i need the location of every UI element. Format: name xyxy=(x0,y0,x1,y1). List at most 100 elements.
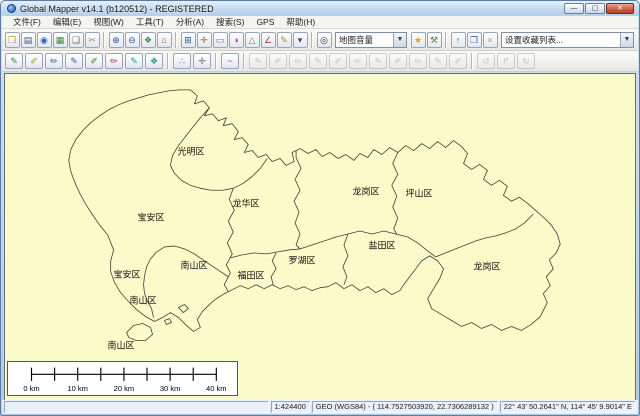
digitizer-revert-icon[interactable]: ↻ xyxy=(517,53,535,69)
toolbar-separator xyxy=(103,32,105,48)
toolbar-separator xyxy=(215,53,217,69)
menu-item-6[interactable]: 搜索(S) xyxy=(210,16,250,28)
digitizer-paste-icon[interactable]: ✐ xyxy=(389,53,407,69)
close-button[interactable]: ✕ xyxy=(606,3,634,14)
district-label-10: 福田区 xyxy=(237,269,264,282)
remove-icon[interactable]: × xyxy=(483,32,498,48)
scale-bar: 0 km10 km20 km30 km40 km xyxy=(7,361,238,396)
digitizer-grid-icon[interactable]: ❖ xyxy=(145,53,163,69)
digitizer-rotate-icon[interactable]: ✏ xyxy=(289,53,307,69)
pingshan-dapeng-boundary xyxy=(436,214,534,257)
feature-info-tool-icon[interactable]: ◑ xyxy=(229,32,244,48)
toolbar-separator xyxy=(243,53,245,69)
district-label-4: 龙岗区 xyxy=(352,185,379,198)
overlay-control-icon[interactable]: ▦ xyxy=(53,32,68,48)
district-label-12: 南山区 xyxy=(129,294,156,307)
full-extent-icon[interactable]: ❖ xyxy=(141,32,156,48)
digitizer-edit-attr-icon[interactable]: ✎ xyxy=(249,53,267,69)
district-label-5: 坪山区 xyxy=(405,187,432,200)
move-up-icon[interactable]: ↑ xyxy=(451,32,466,48)
futian-luohu-boundary xyxy=(271,253,276,285)
menu-item-1[interactable]: 文件(F) xyxy=(7,16,47,28)
cut-icon[interactable]: ✂ xyxy=(85,32,100,48)
favorites-combo[interactable]: 设置收藏列表...▼ xyxy=(501,32,634,48)
digitizer-create-line-icon[interactable]: ✏ xyxy=(45,53,63,69)
workspace-icon[interactable]: ❑ xyxy=(69,32,84,48)
digitizer-smooth-icon[interactable]: ✐ xyxy=(449,53,467,69)
digitizer-copy-icon[interactable]: ✎ xyxy=(369,53,387,69)
toolbar-separator xyxy=(175,32,177,48)
digitizer-create-point-icon[interactable]: ✐ xyxy=(25,53,43,69)
scale-label-3: 20 km xyxy=(114,384,135,393)
global-mapper-window: Global Mapper v14.1 (b120512) - REGISTER… xyxy=(0,0,640,416)
toolbar-separator xyxy=(445,32,447,48)
baoan-nanshan-boundary xyxy=(144,246,229,318)
digitizer-shift-icon[interactable]: ✎ xyxy=(429,53,447,69)
menu-item-3[interactable]: 视图(W) xyxy=(87,16,130,28)
district-label-3: 龙华区 xyxy=(232,197,259,210)
home-view-icon[interactable]: ⌂ xyxy=(157,32,172,48)
digitizer-create-area-icon[interactable]: ✎ xyxy=(65,53,83,69)
district-label-2: 宝安区 xyxy=(137,211,164,224)
district-label-8: 宝安区 xyxy=(113,268,140,281)
map-select-combo-value: 地图音量 xyxy=(336,34,393,46)
download-online-data-icon[interactable]: ◉ xyxy=(37,32,52,48)
zoom-in-icon[interactable]: ⊕ xyxy=(109,32,124,48)
menu-item-4[interactable]: 工具(T) xyxy=(130,16,170,28)
district-label-6: 盐田区 xyxy=(368,239,395,252)
minimize-button[interactable]: — xyxy=(564,3,584,14)
district-label-13: 南山区 xyxy=(107,339,134,352)
nanshan-futian-boundary xyxy=(224,277,228,292)
chevron-down-icon[interactable]: ▼ xyxy=(393,33,406,47)
maximize-button[interactable]: ▢ xyxy=(585,3,605,14)
longhua-longgang-boundary xyxy=(294,151,301,249)
chevron-down-icon[interactable]: ▼ xyxy=(620,33,633,47)
window-title: Global Mapper v14.1 (b120512) - REGISTER… xyxy=(20,4,214,14)
favorite-add-icon[interactable]: ★ xyxy=(411,32,426,48)
zoom-out-icon[interactable]: ⊖ xyxy=(125,32,140,48)
scale-label-4: 30 km xyxy=(160,384,181,393)
digitizer-redo-icon[interactable]: ↱ xyxy=(497,53,515,69)
digitizer-create-circle-icon[interactable]: ✎ xyxy=(125,53,143,69)
island-small-2 xyxy=(164,319,171,325)
digitizer-trace-icon[interactable]: ~ xyxy=(221,53,239,69)
digitizer-create-range-icon[interactable]: ✏ xyxy=(105,53,123,69)
digitizer-snap-icon[interactable]: ✛ xyxy=(193,53,211,69)
full-view-tool-icon[interactable]: ▭ xyxy=(213,32,228,48)
map-select-combo[interactable]: 地图音量▼ xyxy=(335,32,407,48)
save-workspace-icon[interactable]: ▤ xyxy=(21,32,36,48)
district-label-7: 龙岗区 xyxy=(473,260,500,273)
menu-item-2[interactable]: 编辑(E) xyxy=(47,16,87,28)
digitizer-scale-icon[interactable]: ✎ xyxy=(309,53,327,69)
status-bar: 1:424400 GEO (WGS84) - ( 114.7527503920,… xyxy=(2,400,638,414)
open-file-icon[interactable]: ❒ xyxy=(5,32,20,48)
scale-label-5: 40 km xyxy=(206,384,227,393)
map-canvas[interactable]: 光明区宝安区龙华区龙岗区坪山区盐田区龙岗区宝安区南山区福田区罗湖区南山区南山区 … xyxy=(4,73,636,402)
toolbar-separator xyxy=(311,32,313,48)
measure-tool-icon[interactable]: ∠ xyxy=(261,32,276,48)
digitizer-join-icon[interactable]: ✏ xyxy=(349,53,367,69)
path-profile-tool-icon[interactable]: △ xyxy=(245,32,260,48)
menu-item-7[interactable]: GPS xyxy=(250,17,280,27)
digitizer-toolbar: ✎✐✏✎✐✏✎❖∴✛~✎✐✏✎✐✏✎✐✏✎✐↺↱↻ xyxy=(2,51,638,72)
favorite-config-icon[interactable]: ⚒ xyxy=(427,32,442,48)
layer-book-icon[interactable]: ❐ xyxy=(467,32,482,48)
menu-bar: 文件(F)编辑(E)视图(W)工具(T)分析(A)搜索(S)GPS帮助(H) xyxy=(2,16,638,29)
pan-tool-icon[interactable]: ✛ xyxy=(197,32,212,48)
toolbar-separator xyxy=(471,53,473,69)
digitizer-vertex-icon[interactable]: ∴ xyxy=(173,53,191,69)
digitizer-undo-icon[interactable]: ↺ xyxy=(477,53,495,69)
digitizer-create-rect-icon[interactable]: ✐ xyxy=(85,53,103,69)
search-binoculars-icon[interactable]: ◎ xyxy=(317,32,332,48)
zoom-box-tool-icon[interactable]: ⊞ xyxy=(181,32,196,48)
title-bar[interactable]: Global Mapper v14.1 (b120512) - REGISTER… xyxy=(1,1,639,16)
tool-dropdown-icon[interactable]: ▾ xyxy=(293,32,308,48)
digitizer-tool-icon[interactable]: ✎ xyxy=(277,32,292,48)
digitizer-move-icon[interactable]: ✐ xyxy=(269,53,287,69)
district-label-9: 南山区 xyxy=(180,259,207,272)
menu-item-5[interactable]: 分析(A) xyxy=(170,16,210,28)
menu-item-8[interactable]: 帮助(H) xyxy=(280,16,321,28)
digitizer-delete-icon[interactable]: ✏ xyxy=(409,53,427,69)
digitizer-edit-icon[interactable]: ✎ xyxy=(5,53,23,69)
digitizer-split-icon[interactable]: ✐ xyxy=(329,53,347,69)
